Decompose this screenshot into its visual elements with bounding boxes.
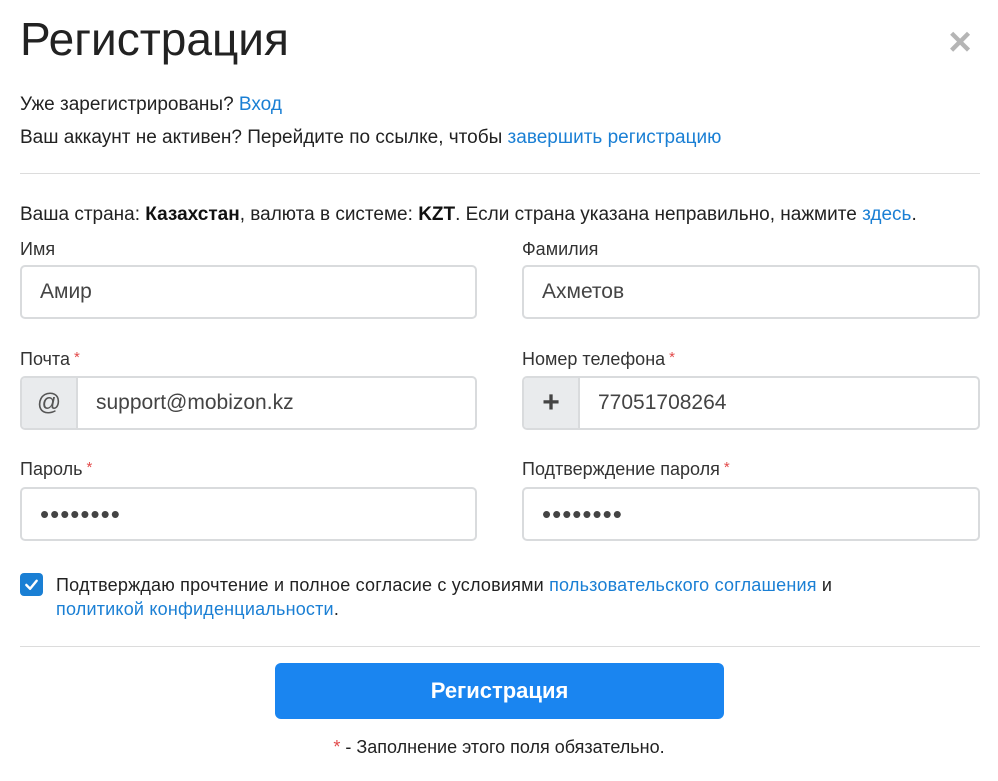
plus-icon: +: [524, 378, 580, 428]
divider-top: [20, 173, 980, 174]
country-info: Ваша страна: Казахстан, валюта в системе…: [20, 204, 917, 226]
password-label-text: Пароль: [20, 459, 83, 479]
checkmark-icon: [25, 579, 38, 590]
at-icon: @: [22, 378, 78, 428]
password-input[interactable]: [22, 489, 475, 539]
email-label-text: Почта: [20, 349, 70, 369]
first-name-input[interactable]: [22, 267, 475, 317]
required-mark: *: [723, 459, 730, 476]
country-end: .: [911, 204, 917, 225]
phone-label: Номер телефона *: [522, 349, 675, 370]
inactive-account-line: Ваш аккаунт не активен? Перейдите по ссы…: [20, 127, 721, 149]
already-registered-text: Уже зарегистрированы?: [20, 94, 239, 115]
email-label: Почта *: [20, 349, 80, 370]
agreement-text: Подтверждаю прочтение и полное согласие …: [56, 573, 976, 621]
country-name: Казахстан: [145, 204, 240, 225]
register-button[interactable]: Регистрация: [275, 663, 724, 719]
phone-field: +: [522, 376, 980, 430]
password-confirm-input[interactable]: [524, 489, 978, 539]
agreement-checkbox[interactable]: [20, 573, 43, 596]
last-name-label: Фамилия: [522, 239, 598, 260]
login-link[interactable]: Вход: [239, 94, 282, 115]
close-icon[interactable]: ×: [940, 22, 980, 64]
complete-registration-link[interactable]: завершить регистрацию: [508, 127, 722, 148]
first-name-field: [20, 265, 477, 319]
country-suffix: . Если страна указана неправильно, нажми…: [455, 204, 863, 225]
required-mark: *: [73, 349, 80, 366]
password-label: Пароль *: [20, 459, 92, 480]
phone-label-text: Номер телефона: [522, 349, 666, 369]
last-name-field: [522, 265, 980, 319]
country-middle: , валюта в системе:: [239, 204, 419, 225]
already-registered-line: Уже зарегистрированы? Вход: [20, 94, 282, 116]
change-country-link[interactable]: здесь: [862, 204, 911, 225]
page-title: Регистрация: [20, 13, 289, 65]
inactive-account-text: Ваш аккаунт не активен? Перейдите по ссы…: [20, 127, 508, 148]
agreement-and: и: [816, 575, 833, 595]
password-confirm-field: [522, 487, 980, 541]
required-mark: *: [669, 349, 675, 366]
email-field: @: [20, 376, 477, 430]
email-input[interactable]: [78, 378, 475, 428]
currency-code: KZT: [418, 204, 456, 225]
password-confirm-label-text: Подтверждение пароля: [522, 459, 720, 479]
divider-bottom: [20, 646, 980, 647]
privacy-policy-link[interactable]: политикой конфиденциальности: [56, 599, 334, 619]
first-name-label: Имя: [20, 239, 55, 260]
user-agreement-link[interactable]: пользовательского соглашения: [549, 575, 817, 595]
agreement-prefix: Подтверждаю прочтение и полное согласие …: [56, 575, 550, 595]
required-mark: *: [86, 459, 93, 476]
password-confirm-label: Подтверждение пароля *: [522, 459, 730, 480]
password-field: [20, 487, 477, 541]
last-name-label-text: Фамилия: [522, 239, 599, 259]
country-prefix: Ваша страна:: [20, 204, 146, 225]
required-footnote: * - Заполнение этого поля обязательно.: [0, 737, 998, 758]
phone-input[interactable]: [580, 378, 978, 428]
first-name-label-text: Имя: [20, 239, 56, 259]
last-name-input[interactable]: [524, 267, 978, 317]
agreement-end: .: [333, 599, 340, 619]
footnote-text: - Заполнение этого поля обязательно.: [340, 737, 665, 757]
